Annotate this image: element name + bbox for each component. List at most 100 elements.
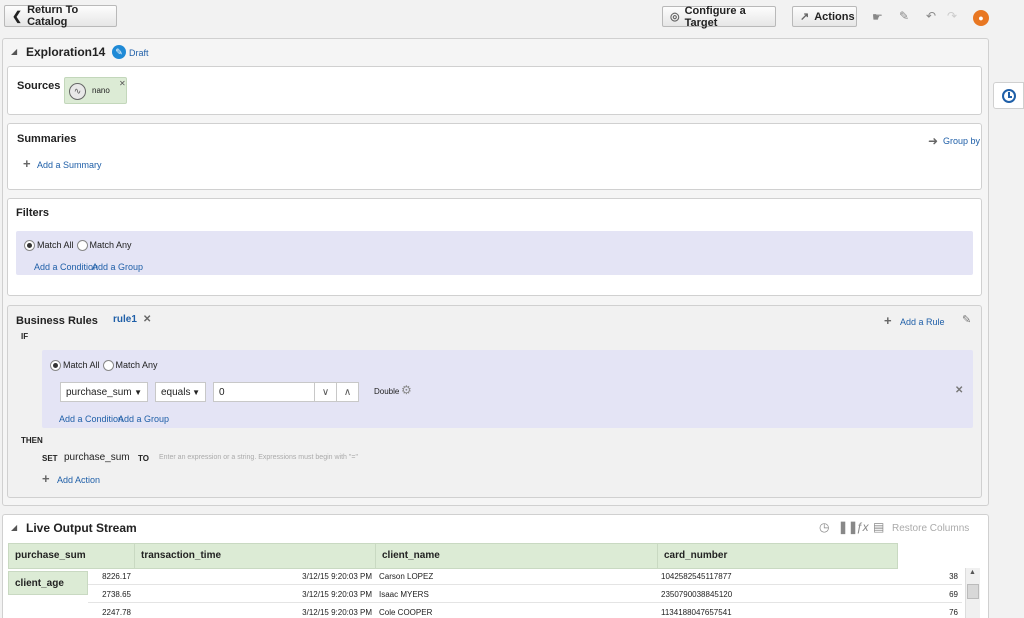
- cell-transaction-time: 3/12/15 9:20:03 PM: [134, 568, 376, 585]
- condition-value-text: 0: [219, 386, 225, 398]
- table-scrollbar[interactable]: ▲: [965, 568, 980, 618]
- scrollbar-thumb[interactable]: [967, 584, 979, 599]
- column-header-card-number[interactable]: card_number: [657, 543, 898, 569]
- rule-match-group: Match All Match Any: [50, 359, 161, 371]
- summaries-panel: [7, 123, 982, 190]
- cell-client-age: 69: [897, 586, 962, 603]
- source-name: nano: [92, 86, 110, 95]
- remove-source-icon[interactable]: ✕: [119, 79, 126, 88]
- restore-columns-button[interactable]: Restore Columns: [892, 523, 969, 534]
- cell-card-number: 1042582545117877: [657, 568, 898, 585]
- edit-pencil-icon[interactable]: ✎: [112, 45, 126, 59]
- condition-field-value: purchase_sum: [66, 386, 132, 398]
- draft-status: Draft: [129, 48, 149, 58]
- pointer-icon[interactable]: ☛: [872, 10, 883, 24]
- cell-client-name: Isaac MYERS: [375, 586, 658, 603]
- column-header-client-name[interactable]: client_name: [375, 543, 658, 569]
- expression-input[interactable]: Enter an expression or a string. Express…: [159, 454, 358, 461]
- rule-match-any-radio[interactable]: [102, 359, 114, 371]
- filters-add-group-link[interactable]: Add a Group: [92, 262, 143, 272]
- collapse-triangle-icon[interactable]: ◢: [11, 523, 17, 532]
- then-label: THEN: [21, 436, 43, 445]
- value-decrement-button[interactable]: ∨: [314, 382, 337, 402]
- add-rule-link[interactable]: Add a Rule: [900, 317, 945, 327]
- export-icon: ↗: [800, 11, 810, 23]
- condition-operator-value: equals: [161, 386, 191, 398]
- cell-card-number: 1134188047657541: [657, 604, 898, 618]
- chevron-up-icon: ∧: [343, 386, 352, 398]
- arrow-right-icon: ➜: [928, 134, 939, 148]
- column-header-purchase-sum[interactable]: purchase_sum: [8, 543, 135, 569]
- summaries-label: Summaries: [17, 133, 77, 145]
- condition-field-select[interactable]: purchase_sum ▼: [60, 382, 148, 402]
- rule-match-any-label: Match Any: [115, 360, 158, 371]
- undo-icon[interactable]: ↶: [926, 9, 936, 23]
- configure-target-label: Configure a Target: [684, 4, 746, 29]
- sources-label: Sources: [17, 80, 61, 92]
- gear-icon[interactable]: ⚙: [401, 383, 412, 397]
- condition-type-label: Double: [374, 387, 400, 396]
- chart-icon[interactable]: ▤: [873, 520, 884, 534]
- condition-operator-select[interactable]: equals ▼: [155, 382, 206, 402]
- set-field-name: purchase_sum: [64, 452, 130, 463]
- cell-client-age: 38: [897, 568, 962, 585]
- history-button[interactable]: [993, 82, 1024, 109]
- edit-icon[interactable]: ✎: [899, 9, 909, 23]
- return-to-catalog-button[interactable]: ❮ Return To Catalog: [4, 4, 117, 28]
- rule-match-all-label: Match All: [63, 360, 100, 371]
- add-summary-plus-icon: +: [23, 156, 31, 171]
- set-label: SET: [42, 454, 58, 463]
- remove-condition-icon[interactable]: ✕: [955, 385, 963, 396]
- group-by-link[interactable]: Group by: [943, 136, 980, 146]
- filters-match-all-radio[interactable]: [24, 239, 35, 251]
- redo-icon[interactable]: ↷: [947, 9, 957, 23]
- add-rule-plus-icon: +: [884, 313, 892, 328]
- user-badge-icon[interactable]: ●: [973, 10, 989, 26]
- collapse-triangle-icon[interactable]: ◢: [11, 47, 17, 56]
- cell-client-name: Cole COOPER: [375, 604, 658, 618]
- rule-name-tab[interactable]: rule1: [113, 314, 137, 325]
- target-icon: ◎: [670, 11, 680, 23]
- filters-match-any-label: Match Any: [89, 240, 132, 251]
- dropdown-triangle-icon: ▼: [134, 387, 142, 397]
- filters-condition-area: [16, 231, 973, 275]
- add-summary-link[interactable]: Add a Summary: [37, 160, 102, 170]
- return-to-catalog-label: Return To Catalog: [27, 4, 79, 28]
- filters-match-group: Match All Match Any: [24, 239, 135, 251]
- cell-purchase-sum: 2738.65: [88, 586, 135, 603]
- filters-match-any-radio[interactable]: [76, 239, 88, 251]
- configure-target-button[interactable]: ◎ Configure a Target: [662, 4, 776, 29]
- edit-rules-icon[interactable]: ✎: [962, 313, 971, 326]
- column-header-transaction-time[interactable]: transaction_time: [134, 543, 376, 569]
- filters-add-condition-link[interactable]: Add a Condition: [34, 262, 98, 272]
- cell-client-age: 76: [897, 604, 962, 618]
- chevron-left-icon: ❮: [12, 9, 23, 23]
- rule-add-condition-link[interactable]: Add a Condition: [59, 414, 123, 424]
- rule-match-all-radio[interactable]: [50, 359, 61, 371]
- actions-button[interactable]: ↗ Actions: [792, 6, 857, 27]
- stream-icon: ∿: [69, 83, 86, 100]
- cell-transaction-time: 3/12/15 9:20:03 PM: [134, 604, 376, 618]
- to-label: TO: [138, 454, 149, 463]
- condition-value-input[interactable]: 0: [213, 382, 315, 402]
- clock-icon: [1001, 88, 1016, 103]
- remove-rule-icon[interactable]: ✕: [143, 314, 151, 325]
- rule-add-group-link[interactable]: Add a Group: [118, 414, 169, 424]
- dropdown-triangle-icon: ▼: [192, 387, 200, 397]
- sources-panel: [7, 66, 982, 115]
- filters-match-all-label: Match All: [37, 240, 74, 251]
- scroll-up-icon[interactable]: ▲: [969, 569, 976, 576]
- add-action-link[interactable]: Add Action: [57, 475, 100, 485]
- filters-label: Filters: [16, 207, 50, 219]
- cell-client-name: Carson LOPEZ: [375, 568, 658, 585]
- column-header-client-age[interactable]: client_age: [8, 571, 88, 595]
- clock-small-icon[interactable]: ◷: [819, 520, 829, 534]
- value-increment-button[interactable]: ∧: [336, 382, 359, 402]
- if-label: IF: [21, 332, 29, 341]
- function-icon[interactable]: ƒx: [856, 520, 869, 534]
- exploration-title: Exploration14: [26, 45, 106, 59]
- source-chip[interactable]: ∿ nano ✕: [64, 77, 127, 104]
- add-action-plus-icon: +: [42, 471, 50, 486]
- cell-purchase-sum: 2247.78: [8, 604, 135, 618]
- chevron-down-icon: ∨: [321, 386, 330, 398]
